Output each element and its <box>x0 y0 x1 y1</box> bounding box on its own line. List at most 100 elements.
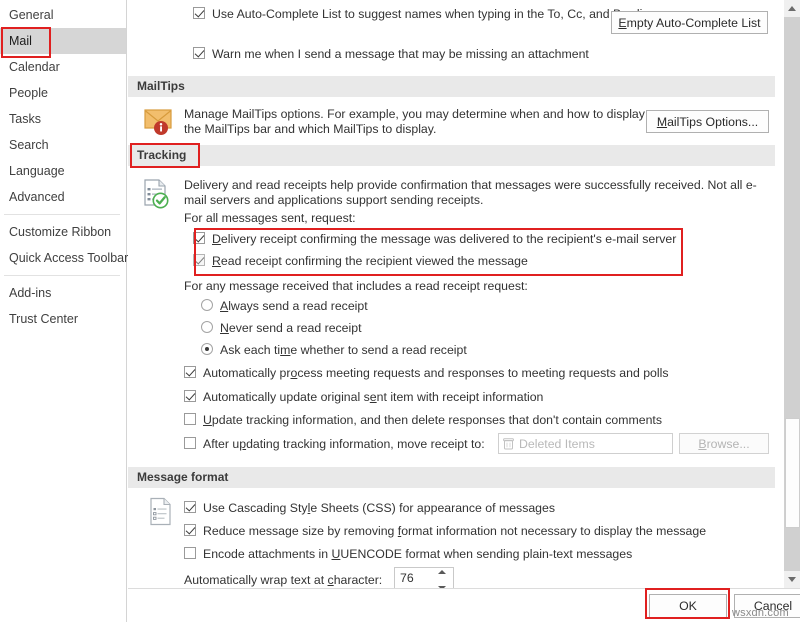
scroll-down-icon <box>788 577 796 582</box>
sidebar-item-label: Trust Center <box>9 312 79 326</box>
dialog-footer: OK Cancel <box>128 588 800 622</box>
use-css-label-part2: e Sheets (CSS) for appearance of message… <box>310 501 556 515</box>
radio-ask-each-time[interactable] <box>201 343 213 355</box>
stepper-up-icon[interactable] <box>437 570 446 574</box>
auto-process-checkbox[interactable] <box>184 366 196 378</box>
scrollbar-down-button[interactable] <box>784 571 800 588</box>
sidebar-item-label: Advanced <box>9 190 65 204</box>
sidebar-item-label: Tasks <box>9 112 41 126</box>
cancel-button[interactable]: Cancel <box>734 594 800 618</box>
sidebar-item-calendar[interactable]: Calendar <box>0 54 126 80</box>
radio-always-send-row[interactable]: Always send a read receipt <box>201 299 368 314</box>
sidebar-divider-2 <box>4 275 120 276</box>
mailtips-section-header: MailTips <box>128 76 775 97</box>
auto-process-checkbox-row[interactable]: Automatically process meeting requests a… <box>184 366 669 381</box>
scrollbar-thumb[interactable] <box>785 418 800 528</box>
for-all-messages-sent-label: For all messages sent, request: <box>184 211 356 225</box>
sidebar-item-tasks[interactable]: Tasks <box>0 106 126 132</box>
ok-button[interactable]: OK <box>649 594 727 618</box>
accel-letter: M <box>656 114 668 129</box>
radio-ask-label-part2: e whether to send a read receipt <box>290 343 467 357</box>
radio-never-label-rest: ever send a read receipt <box>228 321 362 335</box>
after-updating-checkbox-row[interactable]: After updating tracking information, mov… <box>184 437 485 452</box>
tracking-description: Delivery and read receipts help provide … <box>184 178 757 207</box>
browse-button[interactable]: Browse... <box>679 433 769 454</box>
radio-always-send[interactable] <box>201 299 213 311</box>
delivery-receipt-checkbox[interactable] <box>193 232 205 244</box>
warn-attachment-checkbox-row[interactable]: Warn me when I send a message that may b… <box>193 47 693 62</box>
encode-uuencode-checkbox[interactable] <box>184 547 196 559</box>
sidebar-item-customize-ribbon[interactable]: Customize Ribbon <box>0 219 126 245</box>
message-format-document-icon <box>148 497 174 527</box>
mailtips-envelope-icon <box>144 107 178 137</box>
accel-letter: N <box>220 321 229 335</box>
accel-letter: U <box>203 413 212 427</box>
mailtips-options-button-label-rest: ailTips Options... <box>667 114 759 129</box>
auto-update-checkbox-row[interactable]: Automatically update original sent item … <box>184 390 543 405</box>
scrollbar-up-button[interactable] <box>784 0 800 17</box>
sidebar-item-advanced[interactable]: Advanced <box>0 184 126 210</box>
update-tracking-checkbox[interactable] <box>184 413 196 425</box>
sidebar-item-trust-center[interactable]: Trust Center <box>0 306 126 332</box>
autocomplete-checkbox-row[interactable]: Use Auto-Complete List to suggest names … <box>193 7 663 22</box>
radio-always-label-rest: lways send a read receipt <box>228 299 368 313</box>
reduce-size-label-part1: Reduce message size by removing <box>203 524 398 538</box>
use-css-checkbox[interactable] <box>184 501 196 513</box>
warn-attachment-checkbox[interactable] <box>193 47 205 59</box>
radio-never-send[interactable] <box>201 321 213 333</box>
sidebar-item-people[interactable]: People <box>0 80 126 106</box>
stepper-arrows[interactable] <box>436 570 447 588</box>
wrap-label-part1: Automatically wrap text at <box>184 573 328 587</box>
reduce-size-checkbox[interactable] <box>184 524 196 536</box>
mailtips-options-button[interactable]: MailTips Options... <box>646 110 769 133</box>
ok-button-label: OK <box>679 599 697 613</box>
reduce-size-checkbox-row[interactable]: Reduce message size by removing format i… <box>184 524 706 539</box>
content-vertical-scrollbar[interactable] <box>783 0 800 588</box>
sidebar-item-label: Add-ins <box>9 286 52 300</box>
sidebar-item-label: Quick Access Toolbar <box>9 251 129 265</box>
auto-update-checkbox[interactable] <box>184 390 196 402</box>
mailtips-heading-label: MailTips <box>137 79 185 93</box>
delivery-receipt-checkbox-row[interactable]: Delivery receipt confirming the message … <box>193 232 733 247</box>
accel-letter: R <box>212 254 221 268</box>
auto-process-label-part1: Automatically pr <box>203 366 291 380</box>
read-receipt-checkbox[interactable] <box>193 254 205 266</box>
sidebar-item-label: General <box>9 8 54 22</box>
sidebar-item-label: Search <box>9 138 49 152</box>
encode-uuencode-checkbox-row[interactable]: Encode attachments in UUENCODE format wh… <box>184 547 632 562</box>
sidebar-item-label: Language <box>9 164 65 178</box>
use-css-checkbox-row[interactable]: Use Cascading Style Sheets (CSS) for app… <box>184 501 555 516</box>
autocomplete-checkbox[interactable] <box>193 7 205 19</box>
accel-letter: A <box>220 299 229 313</box>
browse-button-label-rest: rowse... <box>706 436 750 451</box>
sidebar-item-quick-access-toolbar[interactable]: Quick Access Toolbar <box>0 245 129 271</box>
wrap-text-label: Automatically wrap text at character: <box>184 573 382 588</box>
mailtips-description: Manage MailTips options. For example, yo… <box>184 107 645 136</box>
sidebar-item-general[interactable]: General <box>0 2 126 28</box>
reduce-size-label-part2: ormat information not necessary to displ… <box>401 524 707 538</box>
empty-autocomplete-list-button[interactable]: Empty Auto-Complete List <box>611 11 768 34</box>
accel-letter: B <box>698 436 707 451</box>
sidebar-item-language[interactable]: Language <box>0 158 126 184</box>
sidebar-item-label: Customize Ribbon <box>9 225 112 239</box>
outlook-options-dialog: General Mail Calendar People Tasks Searc… <box>0 0 800 622</box>
use-css-label-part1: Use Cascading Sty <box>203 501 308 515</box>
after-updating-label-part1: After u <box>203 437 240 451</box>
sidebar-item-mail[interactable]: Mail <box>0 27 126 58</box>
update-tracking-checkbox-row[interactable]: Update tracking information, and then de… <box>184 413 662 428</box>
sidebar-item-search[interactable]: Search <box>0 132 126 158</box>
after-updating-checkbox[interactable] <box>184 437 196 449</box>
accel-letter: m <box>280 343 291 357</box>
tracking-section-header: Tracking <box>128 143 775 168</box>
move-receipt-folder-field[interactable]: Deleted Items <box>498 433 673 454</box>
radio-ask-each-time-row[interactable]: Ask each time whether to send a read rec… <box>201 343 467 358</box>
radio-never-send-row[interactable]: Never send a read receipt <box>201 321 362 336</box>
wrap-character-stepper[interactable]: 76 <box>394 567 454 588</box>
autocomplete-checkbox-label: Use Auto-Complete List to suggest names … <box>212 7 663 21</box>
sidebar-item-label: Calendar <box>9 60 60 74</box>
read-receipt-checkbox-row[interactable]: Read receipt confirming the recipient vi… <box>193 254 653 269</box>
sidebar-divider-1 <box>4 214 120 215</box>
warn-attachment-checkbox-label: Warn me when I send a message that may b… <box>212 47 589 61</box>
sidebar-item-add-ins[interactable]: Add-ins <box>0 280 126 306</box>
delivery-receipt-label-rest: elivery receipt confirming the message w… <box>220 232 677 246</box>
